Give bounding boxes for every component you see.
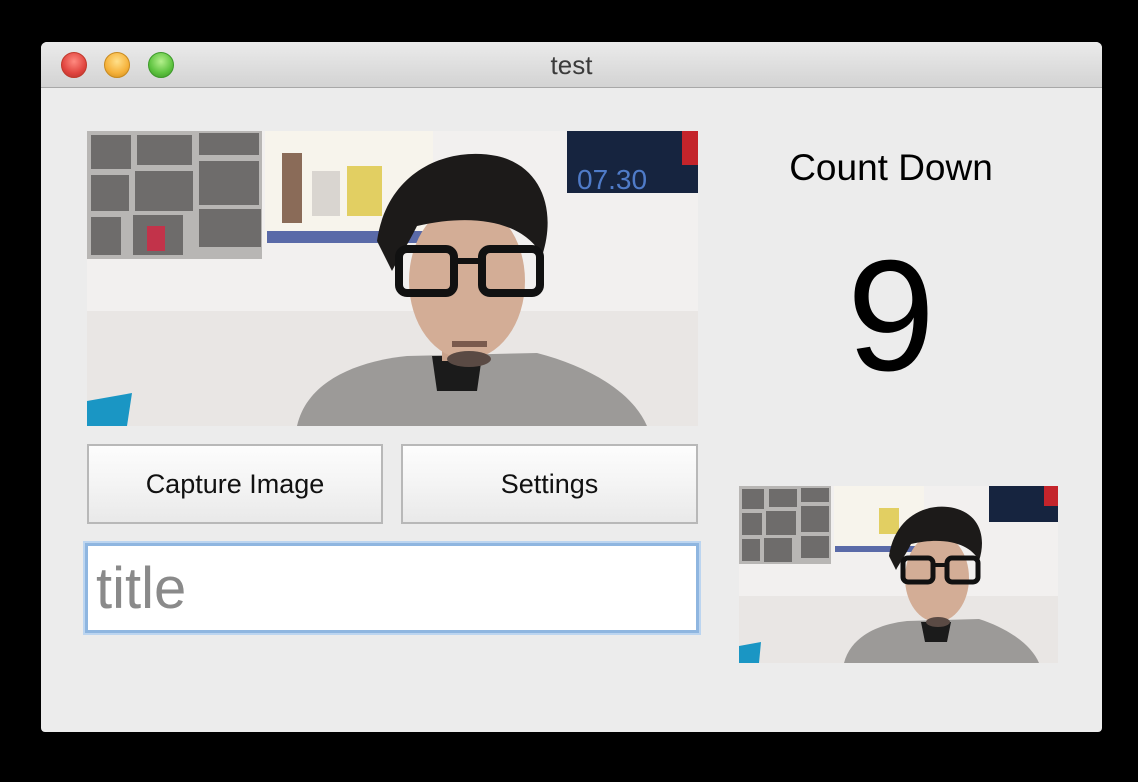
- camera-preview-image: 07.30: [87, 131, 698, 426]
- capture-image-button[interactable]: Capture Image: [87, 444, 383, 524]
- title-bar[interactable]: test: [41, 42, 1102, 88]
- app-window: test 07.30 Capture Image Settings title …: [41, 42, 1102, 732]
- captured-thumbnail: [739, 486, 1058, 663]
- window-title: test: [550, 50, 593, 80]
- countdown-value: 9: [847, 228, 935, 404]
- poster-date: 07.30: [577, 164, 647, 195]
- camera-preview: 07.30: [87, 131, 698, 426]
- captured-thumbnail-image: [739, 486, 1058, 663]
- settings-button[interactable]: Settings: [401, 444, 698, 524]
- title-input[interactable]: [85, 543, 699, 633]
- countdown-label: Count Down: [789, 147, 993, 188]
